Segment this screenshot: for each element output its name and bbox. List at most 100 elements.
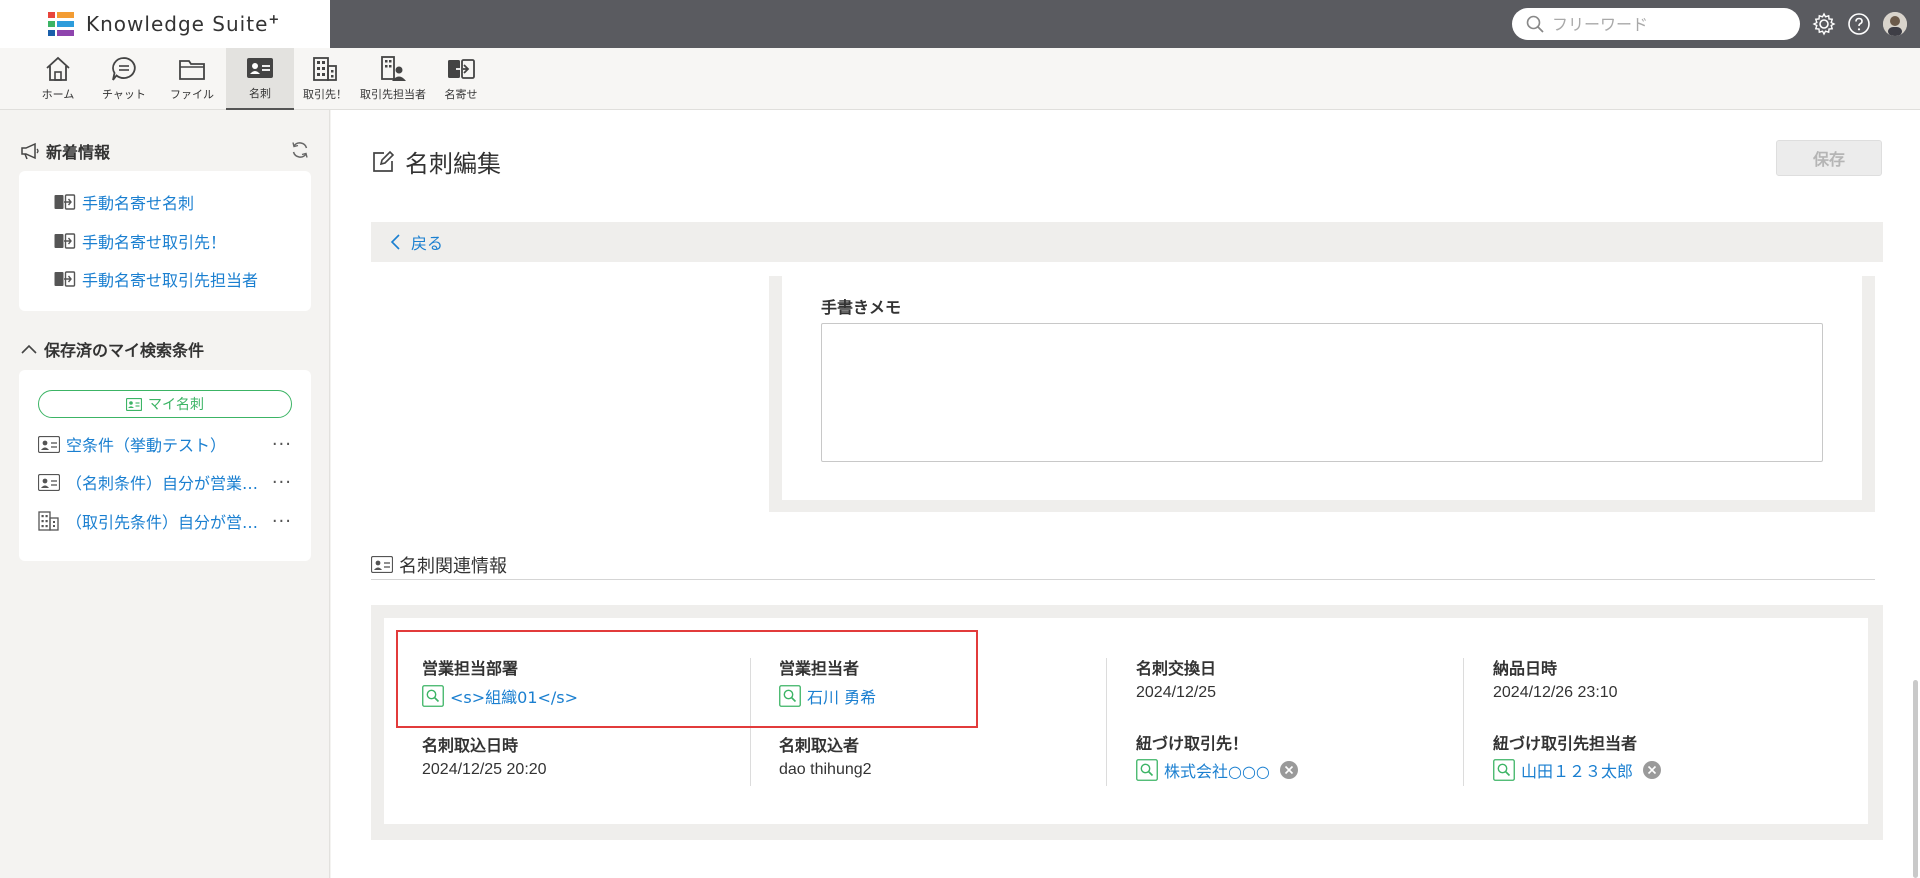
chevron-left-icon [390, 234, 400, 250]
main-content: 名刺編集 保存 戻る 手書きメモ 名刺関連情報 営業担当部署 <s>組織01</… [331, 110, 1920, 878]
lookup-search-icon[interactable] [1136, 759, 1158, 781]
app-logo[interactable]: Knowledge Suite+ [0, 0, 330, 48]
page-title-text: 名刺編集 [405, 150, 501, 178]
megaphone-icon [21, 142, 39, 160]
search-box[interactable] [1512, 8, 1800, 40]
business-card-icon [247, 58, 273, 78]
saved-condition-label: （取引先条件）自分が営業担当者 [66, 513, 264, 532]
nav-merge-label: 名寄せ [444, 88, 478, 101]
nav-contact-label: 取引先担当者 [360, 88, 426, 101]
news-link-merge-contact[interactable]: 手動名寄せ取引先担当者 [54, 267, 258, 291]
top-bar: Knowledge Suite+ [0, 0, 1920, 48]
avatar[interactable] [1883, 12, 1907, 36]
nav-chat[interactable]: チャット [96, 48, 152, 110]
column-divider [1106, 658, 1107, 786]
delivery-datetime-value: 2024/12/26 23:10 [1493, 684, 1618, 701]
linked-company-label: 紐づけ取引先！ [1136, 734, 1249, 753]
linked-contact-link[interactable]: 山田１２３太郎 [1493, 758, 1662, 782]
nav-file-label: ファイル [170, 88, 214, 101]
importer-value: dao thihung2 [779, 761, 872, 778]
delivery-datetime-label: 納品日時 [1493, 659, 1558, 678]
linked-company-value[interactable]: 株式会社○○○ [1164, 758, 1270, 782]
back-link-label: 戻る [411, 234, 444, 253]
building-icon [313, 57, 337, 81]
clear-icon[interactable] [1279, 761, 1298, 779]
chevron-up-icon [21, 344, 37, 354]
nav-business-card[interactable]: 名刺 [226, 48, 294, 110]
home-icon [46, 56, 70, 81]
news-title: 新着情報 [46, 143, 111, 162]
news-link-label: 手動名寄せ取引先！ [82, 233, 227, 252]
news-heading: 新着情報 [20, 139, 110, 163]
import-datetime-value: 2024/12/25 20:20 [422, 761, 547, 778]
merge-icon [448, 59, 475, 79]
linked-contact-value[interactable]: 山田１２３太郎 [1521, 758, 1633, 782]
merge-icon [54, 233, 76, 249]
nav-file[interactable]: ファイル [164, 48, 220, 110]
news-link-merge-card[interactable]: 手動名寄せ名刺 [54, 190, 194, 214]
app-name: Knowledge Suite+ [86, 12, 281, 36]
section-header: 名刺関連情報 [371, 550, 1875, 580]
business-card-icon [126, 397, 142, 411]
business-card-icon [371, 556, 393, 573]
merge-icon [54, 194, 76, 210]
nav-chat-label: チャット [102, 88, 146, 101]
exchange-date-label: 名刺交換日 [1136, 659, 1217, 678]
saved-search-title: 保存済のマイ検索条件 [44, 341, 205, 360]
search-icon [1526, 15, 1544, 33]
saved-condition-item[interactable]: （取引先条件）自分が営業担当者 ··· [38, 509, 292, 533]
saved-condition-label: （名刺条件）自分が営業担当者 [66, 474, 264, 493]
column-divider [1463, 658, 1464, 786]
handwritten-memo-field[interactable] [821, 323, 1823, 462]
gear-icon[interactable] [1812, 12, 1836, 36]
more-options-icon[interactable]: ··· [272, 434, 292, 455]
edit-icon [373, 150, 395, 172]
merge-icon [54, 271, 76, 287]
linked-contact-label: 紐づけ取引先担当者 [1493, 734, 1638, 753]
chat-icon [112, 57, 136, 81]
folder-icon [179, 60, 205, 80]
business-card-icon [38, 473, 60, 491]
save-button[interactable]: 保存 [1776, 140, 1882, 176]
page-title: 名刺編集 [371, 144, 501, 179]
nav-contact[interactable]: 取引先担当者 [356, 48, 430, 110]
more-options-icon[interactable]: ··· [272, 511, 292, 532]
section-title: 名刺関連情報 [399, 555, 507, 577]
clear-icon[interactable] [1643, 761, 1662, 779]
help-icon[interactable] [1847, 12, 1871, 36]
importer-label: 名刺取込者 [779, 736, 860, 755]
nav-company-label: 取引先！ [303, 88, 347, 101]
saved-search-heading[interactable]: 保存済のマイ検索条件 [20, 337, 204, 361]
logo-mark-icon [48, 12, 74, 36]
nav-business-card-label: 名刺 [249, 87, 271, 100]
my-card-button[interactable]: マイ名刺 [38, 390, 292, 418]
search-input[interactable] [1552, 14, 1782, 34]
news-link-label: 手動名寄せ取引先担当者 [82, 271, 259, 290]
exchange-date-value: 2024/12/25 [1136, 684, 1217, 701]
lookup-search-icon[interactable] [1493, 759, 1515, 781]
nav-home-label: ホーム [41, 88, 75, 101]
business-card-icon [38, 435, 60, 453]
news-link-label: 手動名寄せ名刺 [82, 194, 195, 213]
refresh-icon[interactable] [290, 140, 310, 160]
nav-merge[interactable]: 名寄せ [436, 48, 486, 110]
scrollbar-thumb[interactable] [1913, 680, 1918, 878]
import-datetime-label: 名刺取込日時 [422, 736, 519, 755]
building-icon [38, 511, 59, 531]
main-nav: ホーム チャット ファイル 名刺 取引先！ 取引先担当者 名寄せ [0, 48, 1920, 110]
nav-company[interactable]: 取引先！ [300, 48, 350, 110]
avatar-image-icon [1883, 12, 1907, 36]
highlight-box [396, 630, 978, 728]
nav-home[interactable]: ホーム [30, 48, 86, 110]
saved-condition-item[interactable]: （名刺条件）自分が営業担当者 ··· [38, 470, 292, 494]
back-link[interactable]: 戻る [371, 222, 1883, 262]
saved-condition-item[interactable]: 空条件（挙動テスト） ··· [38, 432, 292, 456]
memo-label: 手書きメモ [821, 298, 902, 317]
saved-condition-label: 空条件（挙動テスト） [66, 436, 227, 455]
contact-person-icon [381, 56, 406, 81]
more-options-icon[interactable]: ··· [272, 472, 292, 493]
linked-company-link[interactable]: 株式会社○○○ [1136, 758, 1298, 782]
news-link-merge-company[interactable]: 手動名寄せ取引先！ [54, 229, 226, 253]
sidebar: 新着情報 手動名寄せ名刺 手動名寄せ取引先！ 手動名寄せ取引先担当者 保存済のマ… [0, 110, 330, 878]
my-card-label: マイ名刺 [148, 397, 204, 413]
